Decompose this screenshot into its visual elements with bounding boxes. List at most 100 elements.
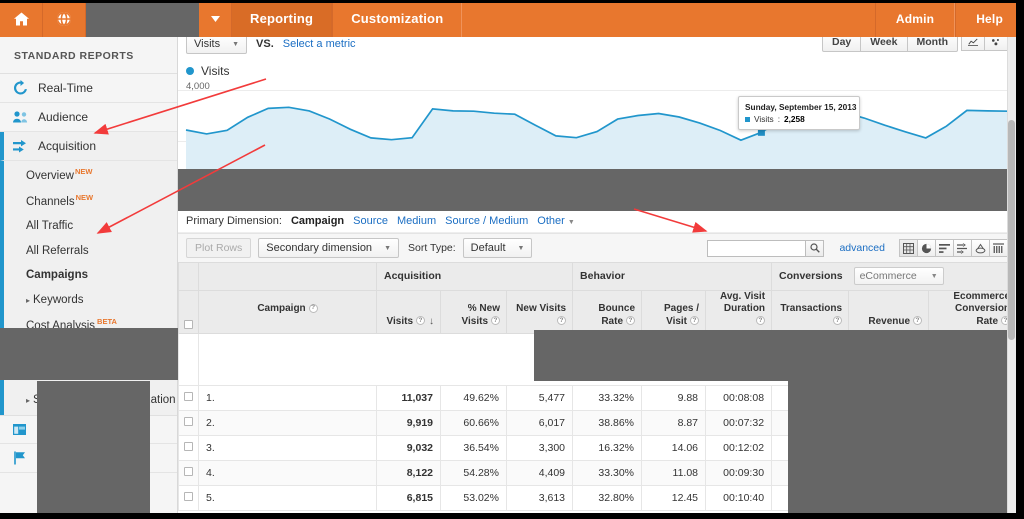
sidebar-item-audience[interactable]: Audience — [0, 103, 177, 132]
col-pct-new-visits[interactable]: % New Visits? — [440, 290, 507, 334]
select-all-checkbox[interactable] — [178, 290, 199, 334]
help-icon[interactable]: ? — [756, 316, 766, 326]
motion-chart-icon[interactable] — [984, 37, 1008, 51]
advanced-link[interactable]: advanced — [839, 242, 885, 254]
help-icon[interactable]: ? — [690, 316, 700, 326]
sidebar-item-all-referrals[interactable]: All Referrals — [4, 239, 177, 264]
sidebar-item-all-traffic[interactable]: All Traffic — [4, 214, 177, 239]
pie-view-icon[interactable] — [917, 239, 936, 257]
bar-view-icon[interactable] — [935, 239, 954, 257]
granularity-day[interactable]: Day — [821, 37, 862, 52]
tab-admin[interactable]: Admin — [874, 0, 956, 37]
granularity-week[interactable]: Week — [860, 37, 908, 52]
home-icon[interactable] — [0, 0, 43, 37]
col-transactions[interactable]: Transactions? — [771, 290, 850, 334]
row-campaign-cell: 4. — [198, 460, 377, 486]
checkbox-icon — [184, 417, 193, 426]
tooltip-date: Sunday, September 15, 2013 — [745, 102, 857, 112]
legend-label: Visits — [201, 64, 230, 78]
globe-icon[interactable] — [43, 0, 86, 37]
metric-select[interactable]: Visits ▼ — [186, 37, 248, 54]
chart-legend: Visits — [178, 59, 1016, 78]
row-new-visits: 4,409 — [505, 460, 574, 486]
tab-reporting[interactable]: Reporting — [231, 0, 333, 37]
col-visits[interactable]: Visits? ↓ — [376, 290, 441, 334]
account-selector-redacted[interactable] — [86, 0, 199, 37]
help-icon[interactable]: ? — [913, 316, 923, 326]
help-icon[interactable]: ? — [308, 303, 318, 313]
sidebar-item-campaigns[interactable]: Campaigns — [4, 263, 177, 288]
line-chart-icon[interactable] — [961, 37, 985, 51]
help-icon[interactable]: ? — [557, 316, 567, 326]
row-checkbox[interactable] — [178, 410, 199, 436]
sidebar-item-label: Real-Time — [38, 81, 93, 95]
row-checkbox[interactable] — [178, 435, 199, 461]
chevron-down-icon: ▼ — [517, 244, 525, 252]
sidebar-item-real-time[interactable]: Real-Time — [0, 74, 177, 103]
row-new-visits: 3,300 — [505, 435, 574, 461]
plot-rows-button[interactable]: Plot Rows — [186, 238, 252, 258]
sidebar-subitem-label: All Traffic — [26, 220, 74, 232]
tab-help[interactable]: Help — [955, 0, 1024, 37]
help-icon[interactable]: ? — [491, 316, 500, 326]
group-blank-dimension — [198, 263, 377, 291]
granularity-month[interactable]: Month — [906, 37, 958, 52]
col-pages-per-visit[interactable]: Pages / Visit? — [641, 290, 707, 334]
right-columns-redacted-body — [788, 381, 1024, 519]
col-visits-label: Visits — [386, 315, 414, 327]
search-icon[interactable] — [805, 239, 825, 257]
row-checkbox[interactable] — [178, 460, 199, 486]
window-edge-top — [0, 0, 1024, 3]
table-view-icon[interactable] — [899, 239, 918, 257]
col-revenue[interactable]: Revenue? — [848, 290, 930, 334]
row-campaign-cell: 3. — [198, 435, 377, 461]
primary-dimension-active[interactable]: Campaign — [291, 215, 344, 227]
performance-view-icon[interactable] — [989, 239, 1008, 257]
sort-type-select[interactable]: Default ▼ — [462, 238, 533, 258]
sidebar-item-keywords[interactable]: ▸ Keywords — [4, 288, 177, 313]
tab-customization[interactable]: Customization — [332, 0, 463, 37]
row-pct-new: 49.62% — [440, 385, 507, 411]
primary-dimension-other[interactable]: Other ▼ — [537, 215, 575, 227]
comparison-view-icon[interactable] — [953, 239, 972, 257]
row-new-visits: 3,613 — [505, 485, 574, 511]
select-a-metric-link[interactable]: Select a metric — [283, 38, 356, 50]
chevron-down-icon[interactable] — [199, 0, 231, 37]
sidebar-item-channels[interactable]: ChannelsNEW — [4, 189, 177, 215]
conversions-goal-select[interactable]: eCommerce ▼ — [853, 267, 944, 286]
checkbox-icon — [184, 492, 193, 501]
sidebar-title: STANDARD REPORTS — [0, 37, 177, 74]
col-campaign[interactable]: Campaign? — [198, 290, 377, 334]
row-visits: 11,037 — [376, 385, 441, 411]
col-bounce-rate[interactable]: Bounce Rate? — [572, 290, 643, 334]
col-ecommerce-conversion-rate[interactable]: Ecommerce Conversion Rate? — [928, 290, 1016, 334]
campaign-names-redacted — [37, 381, 150, 519]
row-bounce-rate: 33.32% — [572, 385, 643, 411]
view-type-group — [899, 239, 1008, 257]
row-avg-duration: 00:09:30 — [705, 460, 773, 486]
col-campaign-label: Campaign — [257, 303, 306, 314]
help-icon[interactable]: ? — [416, 316, 425, 326]
pivot-view-icon[interactable] — [971, 239, 990, 257]
col-new-visits[interactable]: New Visits? — [505, 290, 574, 334]
behavior-icon — [12, 422, 29, 438]
primary-dimension-source[interactable]: Source — [353, 215, 388, 227]
primary-dimension-source-medium[interactable]: Source / Medium — [445, 215, 528, 227]
row-pages-per-visit: 14.06 — [641, 435, 707, 461]
col-avg-visit-duration[interactable]: Avg. Visit Duration? — [705, 290, 773, 334]
help-icon[interactable]: ? — [833, 316, 843, 326]
vertical-scrollbar-thumb[interactable] — [1008, 120, 1015, 340]
row-bounce-rate: 16.32% — [572, 435, 643, 461]
row-checkbox[interactable] — [178, 485, 199, 511]
primary-dimension-medium[interactable]: Medium — [397, 215, 436, 227]
other-label: Other — [537, 214, 565, 227]
sidebar-item-acquisition[interactable]: Acquisition — [0, 132, 177, 161]
secondary-dimension-select[interactable]: Secondary dimension ▼ — [258, 238, 399, 258]
row-checkbox[interactable] — [178, 385, 199, 411]
search-input[interactable] — [707, 239, 806, 257]
conversions-icon — [12, 450, 29, 466]
sidebar-item-overview[interactable]: OverviewNEW — [4, 163, 177, 189]
col-new-visits-label: New Visits — [516, 303, 567, 314]
tooltip-metric-value: 2,258 — [784, 114, 805, 124]
help-icon[interactable]: ? — [626, 316, 636, 326]
